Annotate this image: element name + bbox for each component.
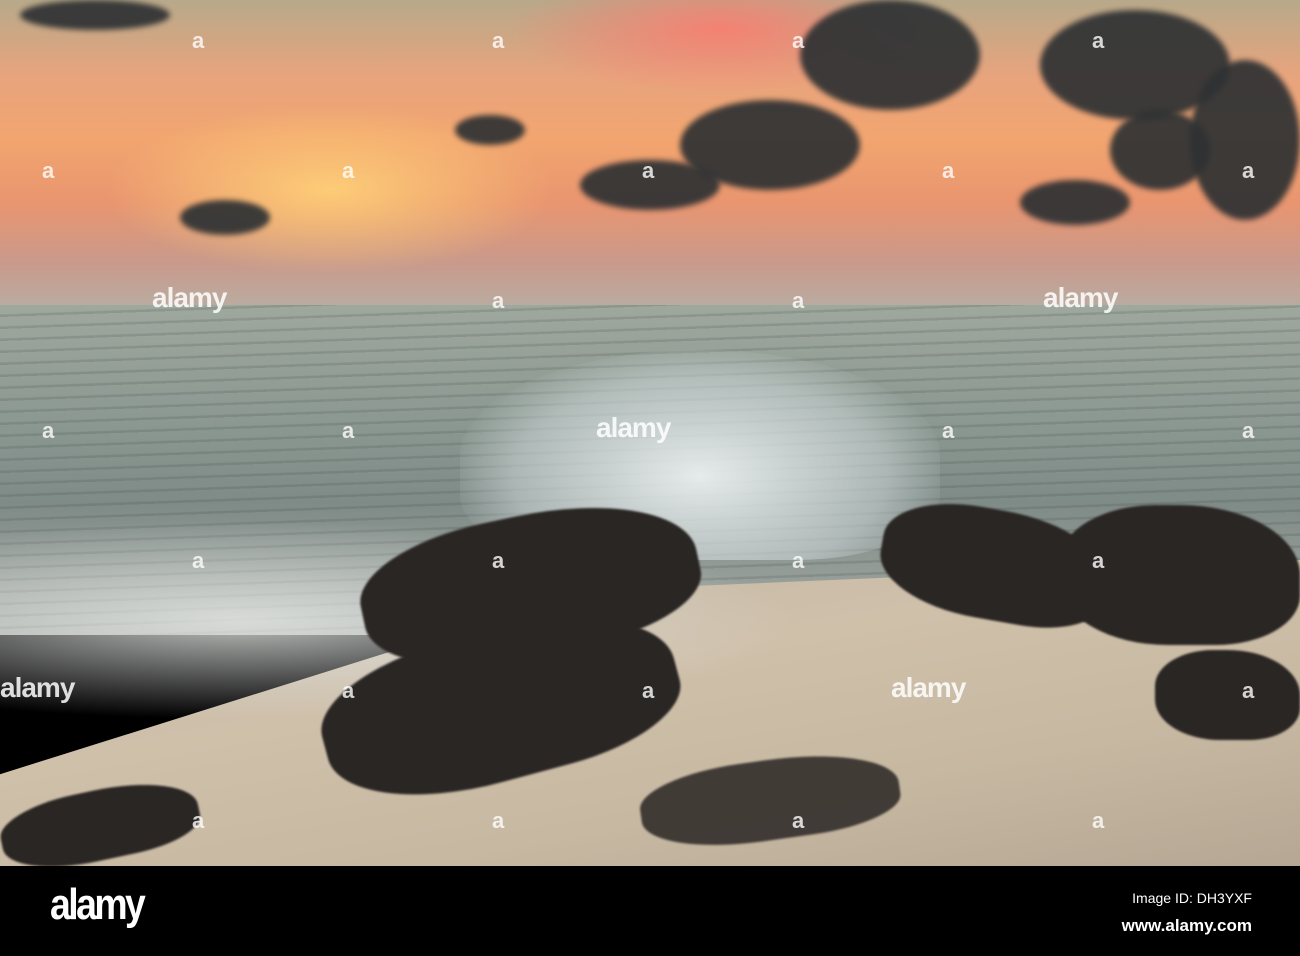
cloud <box>1190 60 1300 220</box>
rock <box>1060 505 1300 645</box>
watermark: a <box>42 158 55 183</box>
watermark: alamy <box>891 672 966 703</box>
watermark: a <box>792 288 805 313</box>
watermark: a <box>192 548 205 573</box>
watermark: a <box>492 288 505 313</box>
rock <box>1155 650 1300 740</box>
watermark: a <box>942 158 955 183</box>
watermark: alamy <box>596 412 671 443</box>
watermark: a <box>342 418 355 443</box>
watermark: a <box>792 28 805 53</box>
watermark: a <box>192 28 205 53</box>
cloud <box>180 200 270 235</box>
watermark: a <box>1092 28 1105 53</box>
watermark: a <box>642 678 655 703</box>
watermark: a <box>342 158 355 183</box>
cloud <box>455 115 525 145</box>
watermark: alamy <box>1043 282 1118 313</box>
footer-bar: alamy Image ID: DH3YXF www.alamy.com <box>0 866 1300 956</box>
watermark: a <box>342 678 355 703</box>
watermark: alamy <box>152 282 227 313</box>
cloud <box>800 0 980 110</box>
cloud <box>20 0 170 30</box>
watermark: a <box>1092 548 1105 573</box>
watermark: a <box>42 418 55 443</box>
beach-sunset-photo: alamy alamy alamy alamy alamy a a a a a … <box>0 0 1300 866</box>
watermark: a <box>792 808 805 833</box>
watermark: a <box>1242 418 1255 443</box>
watermark: a <box>792 548 805 573</box>
alamy-logo: alamy <box>50 880 146 929</box>
watermark: a <box>1242 678 1255 703</box>
website-link[interactable]: www.alamy.com <box>1122 916 1252 936</box>
watermark: a <box>1092 808 1105 833</box>
cloud <box>1020 180 1130 225</box>
watermark: a <box>492 548 505 573</box>
watermark: alamy <box>0 672 75 703</box>
watermark: a <box>1242 158 1255 183</box>
image-id: Image ID: DH3YXF <box>1132 890 1252 906</box>
watermark: a <box>492 28 505 53</box>
watermark: a <box>492 808 505 833</box>
watermark: a <box>942 418 955 443</box>
watermark: a <box>642 158 655 183</box>
watermark: a <box>192 808 205 833</box>
